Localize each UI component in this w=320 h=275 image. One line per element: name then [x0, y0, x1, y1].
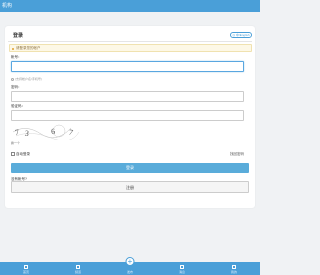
login-button[interactable]: 登录 — [11, 163, 249, 173]
captcha-input[interactable] — [11, 110, 244, 121]
info-alert: 请登录您的帐户 — [9, 44, 252, 52]
password-label: 密码： — [11, 85, 22, 89]
captcha-char: 6 — [51, 127, 56, 136]
tab-publish[interactable]: + 发布 — [104, 257, 156, 275]
login-title: 登录 — [13, 33, 24, 39]
remember-label: 自动登录 — [16, 152, 30, 156]
language-switch-button[interactable]: ◎ 中/English — [230, 32, 252, 38]
user-icon — [232, 265, 236, 269]
app-header: 机构 — [0, 0, 260, 12]
message-icon — [180, 265, 184, 269]
account-hint: (支持帐户名/手机号) — [11, 77, 42, 81]
tab-home[interactable]: 首页 — [0, 262, 52, 275]
info-icon — [12, 47, 14, 50]
app-title: 机构 — [2, 3, 13, 9]
remember-checkbox[interactable] — [11, 152, 15, 156]
captcha-label: 验证码： — [11, 104, 25, 108]
forgot-password-link[interactable]: 找回密码 — [230, 152, 244, 157]
divider — [8, 41, 252, 42]
remember-me[interactable]: 自动登录 — [11, 152, 30, 157]
captcha-char: 7 — [68, 128, 74, 138]
captcha-char: 3 — [24, 129, 29, 138]
grid-icon — [76, 265, 80, 269]
alert-text: 请登录您的帐户 — [16, 46, 41, 50]
captcha-image[interactable]: 7 3 6 7 — [11, 122, 81, 140]
account-input[interactable] — [11, 61, 244, 72]
register-button[interactable]: 注册 — [11, 181, 249, 193]
account-label: 帐号： — [11, 55, 22, 59]
tab-messages[interactable]: 消息 — [156, 262, 208, 275]
tab-channel[interactable]: 频道 — [52, 262, 104, 275]
bottom-tabbar: 首页 频道 + 发布 消息 我的 — [0, 257, 260, 275]
captcha-refresh-link[interactable]: 换一个 — [11, 141, 20, 145]
tab-profile[interactable]: 我的 — [208, 262, 260, 275]
password-input[interactable] — [11, 91, 244, 102]
info-circle-icon — [11, 77, 14, 81]
plus-icon: + — [125, 257, 135, 266]
home-icon — [24, 265, 28, 269]
